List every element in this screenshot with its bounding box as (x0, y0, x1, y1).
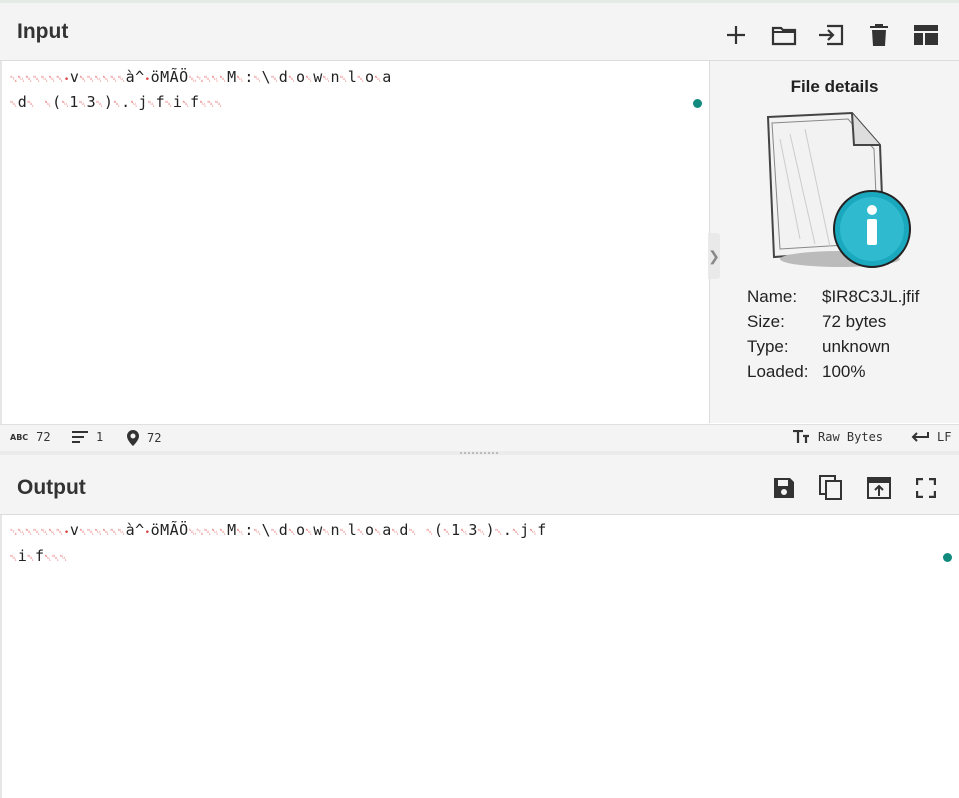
loaded-value: 100% (822, 362, 866, 381)
collapse-sidebar-toggle[interactable]: ❯ (708, 233, 720, 279)
type-label: Type: (747, 337, 789, 356)
file-size-row: Size: 72 bytes (747, 312, 919, 337)
return-arrow-icon (911, 432, 929, 442)
input-header: Input (0, 3, 959, 61)
text-size-icon (793, 430, 809, 443)
length-value: 72 (36, 430, 51, 444)
import-icon (819, 24, 844, 46)
file-details-list: Name: $IR8C3JL.jfif Size: 72 bytes Type:… (747, 287, 919, 387)
copy-icon (819, 475, 842, 500)
file-name-row: Name: $IR8C3JL.jfif (747, 287, 919, 312)
maximise-output-button[interactable] (911, 473, 941, 503)
output-text-area[interactable]: ␂␀␀␀␀␀␀•v␀␀␀␀␀␀à^•öMÃÖ␁␂␀␀␀M␀:␀\␀d␀o␀w␀n… (2, 515, 959, 798)
output-line-2: ␀i␀f␀␀␀ (10, 547, 68, 565)
position-value: 72 (147, 431, 162, 445)
abc-icon: ABC (10, 432, 29, 442)
input-status-dot (693, 99, 702, 108)
encoding-value: Raw Bytes (818, 430, 884, 444)
encoding-selector[interactable]: Raw Bytes (792, 430, 883, 444)
chevron-right-icon: ❯ (708, 247, 720, 264)
resizer-grip (460, 452, 500, 454)
upload-icon (867, 477, 891, 499)
output-status-dot (943, 553, 952, 562)
lines-icon (72, 431, 88, 443)
type-value: unknown (822, 337, 891, 356)
eol-selector[interactable]: LF (911, 430, 951, 444)
open-folder-button[interactable] (769, 20, 799, 50)
lines-stat: 1 (72, 430, 103, 444)
save-icon (774, 478, 794, 498)
size-label: Size: (747, 312, 785, 331)
import-button[interactable] (816, 20, 846, 50)
name-label: Name: (747, 287, 798, 306)
file-info-icon (766, 111, 911, 268)
input-text-area[interactable]: ␂␀␀␀␀␀␀•v␀␀␀␀␀␀à^•öMÃÖ␁␂␀␀␀M␀:␀\␀d␀o␀w␀n… (2, 61, 708, 423)
save-output-button[interactable] (769, 473, 799, 503)
file-loaded-row: Loaded: 100% (747, 362, 919, 387)
copy-output-button[interactable] (816, 473, 846, 503)
file-type-row: Type: unknown (747, 337, 919, 362)
folder-icon (771, 26, 797, 46)
file-details-panel: File details Name: $IR8C3JL.jfif Size: 7… (710, 61, 959, 423)
name-value: $IR8C3JL.jfif (822, 287, 920, 306)
position-stat: 72 (127, 430, 161, 446)
input-line-2: ␀d␀ ␀(␀1␀3␀)␀.␀j␀f␀i␀f␀␀␀ (10, 93, 223, 111)
fullscreen-icon (916, 478, 936, 498)
lines-value: 1 (96, 430, 104, 444)
input-title: Input (17, 20, 69, 43)
loaded-label: Loaded: (747, 362, 809, 381)
clear-input-button[interactable] (864, 20, 894, 50)
length-stat: ABC 72 (10, 430, 51, 444)
input-status-bar: ABC 72 1 72 Raw Bytes LF (0, 424, 959, 451)
output-header: Output (0, 455, 959, 515)
replace-input-button[interactable] (864, 473, 894, 503)
layout-button[interactable] (911, 20, 941, 50)
add-input-button[interactable] (721, 20, 751, 50)
size-value: 72 bytes (822, 312, 887, 331)
eol-value: LF (937, 430, 952, 444)
plus-icon (727, 26, 745, 44)
location-pin-icon (127, 430, 139, 446)
file-details-title: File details (790, 77, 879, 96)
layout-icon (914, 25, 938, 45)
trash-icon (870, 24, 888, 46)
output-title: Output (17, 476, 86, 499)
